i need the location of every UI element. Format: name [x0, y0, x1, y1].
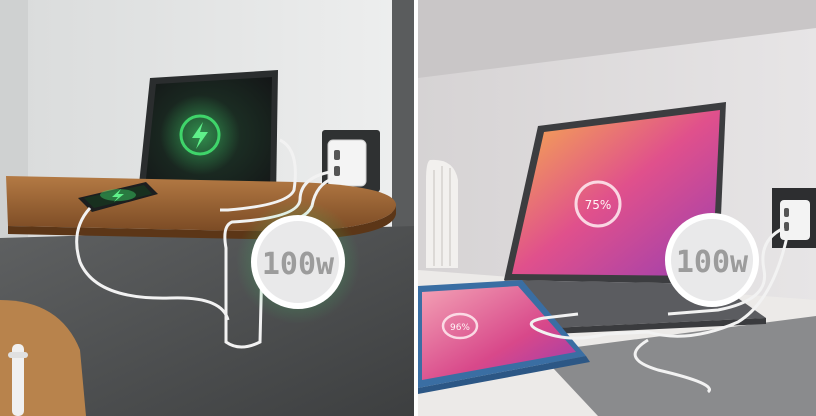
product-photo-collage: 100w 75% 96% 100w — [0, 0, 816, 416]
charger-brick-right — [780, 200, 810, 240]
left-scene-photo: 100w — [0, 0, 414, 416]
left-scene-illustration: 100w — [0, 0, 414, 416]
tablet-battery-text: 96% — [450, 323, 470, 333]
right-scene-illustration: 75% 96% 100w — [418, 0, 816, 416]
power-badge-right-text: 100w — [676, 245, 749, 280]
right-scene-photo: 75% 96% 100w — [418, 0, 816, 416]
power-badge-left-text: 100w — [262, 247, 335, 282]
power-badge-left: 100w — [251, 215, 345, 309]
laptop-battery-text: 75% — [585, 198, 612, 212]
power-badge-right: 100w — [665, 213, 759, 307]
